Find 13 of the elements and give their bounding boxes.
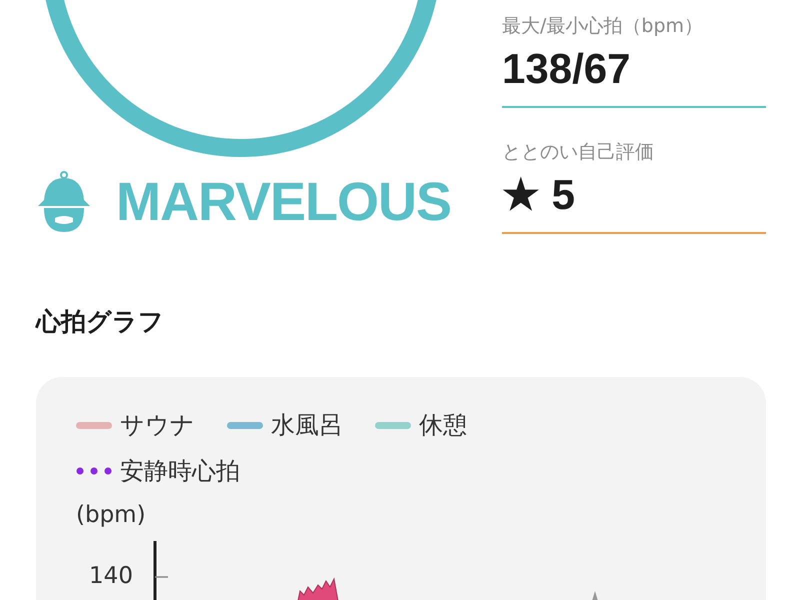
legend-label: 休憩 bbox=[419, 410, 467, 441]
stat-value: ★ 5 bbox=[502, 170, 576, 220]
legend-label: サウナ bbox=[120, 410, 195, 441]
helmet-icon bbox=[36, 170, 92, 234]
section-title: 心拍グラフ bbox=[36, 306, 165, 338]
stat-value: 138/67 bbox=[502, 44, 632, 94]
legend-label: 安静時心拍 bbox=[120, 456, 240, 487]
stat-label: 最大/最小心拍（bpm） bbox=[502, 14, 704, 39]
tick-label: 140 bbox=[88, 562, 134, 589]
axis-label: (bpm) bbox=[76, 501, 147, 530]
stat-label: ととのい自己評価 bbox=[502, 140, 655, 165]
legend-label: 水風呂 bbox=[271, 410, 343, 441]
rating-label: MARVELOUS bbox=[116, 171, 452, 233]
